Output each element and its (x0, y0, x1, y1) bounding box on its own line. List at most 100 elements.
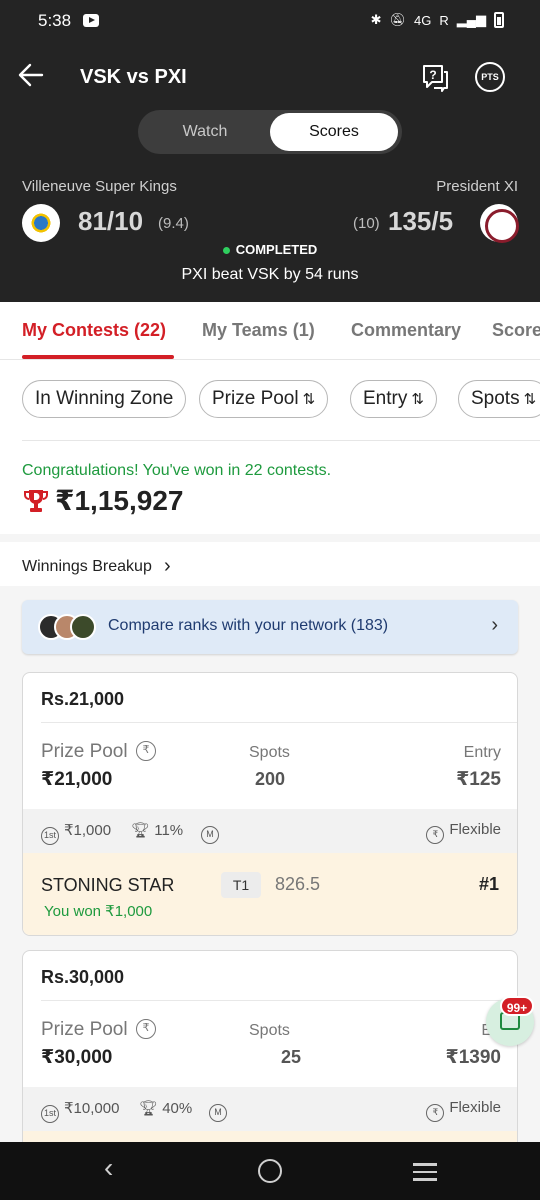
team-left-overs: (9.4) (158, 215, 189, 232)
nav-back-icon[interactable]: ‹ (104, 1152, 113, 1184)
filter-spots[interactable]: Spots ⇅ (458, 380, 540, 418)
filter-winning-zone-label: In Winning Zone (35, 388, 174, 409)
winners-percent: 🏆︎ 40% (139, 1099, 192, 1117)
sort-icon: ⇅ (523, 391, 537, 408)
compare-ranks-text: Compare ranks with your network (183) (108, 617, 389, 634)
multi-entry-icon: M (209, 1099, 232, 1122)
spots-value: 25 (281, 1047, 302, 1067)
team-points: 826.5 (275, 874, 321, 894)
team-right-score: 135/5 (388, 206, 454, 236)
team-right-overs: (10) (353, 215, 380, 232)
network-avatars (38, 614, 100, 640)
back-arrow-icon[interactable] (18, 62, 44, 88)
first-prize-icon: 1st (41, 1105, 59, 1123)
nav-home-icon[interactable] (258, 1159, 282, 1183)
flexible-tag: ₹ Flexible (426, 1099, 501, 1122)
tab-my-teams[interactable]: My Teams (1) (202, 320, 315, 341)
contest-title: Rs.21,000 (41, 689, 125, 709)
tab-my-contests[interactable]: My Contests (22) (22, 320, 166, 341)
network-label: 4G (414, 12, 432, 28)
flexible-label: Flexible (449, 821, 501, 838)
first-prize-value: ₹1,000 (64, 822, 112, 839)
divider (41, 1000, 517, 1001)
contest-tabs: My Contests (22) My Teams (1) Commentary… (0, 302, 540, 360)
pts-icon[interactable]: PTS (475, 62, 505, 92)
tab-commentary[interactable]: Commentary (351, 320, 461, 341)
prize-pool-label: Prize Pool (41, 741, 128, 762)
status-time: 5:38 (38, 11, 72, 30)
congrats-text: Congratulations! You've won in 22 contes… (22, 462, 332, 479)
match-header: 5:38 ✱ 🔕︎ 4G R ▂▄▆ VSK vs PXI ? PTS Watc… (0, 0, 540, 302)
winnings-breakup-row[interactable]: Winnings Breakup › (0, 534, 540, 586)
compare-ranks-banner[interactable]: Compare ranks with your network (183) › (22, 600, 518, 654)
prize-pool-value: ₹21,000 (41, 769, 113, 790)
scores-tab[interactable]: Scores (270, 113, 398, 151)
avatar (70, 614, 96, 640)
flexible-label: Flexible (449, 1099, 501, 1116)
match-result: PXI beat VSK by 54 runs (181, 266, 359, 283)
team-tag: T1 (221, 872, 261, 898)
help-chat-icon[interactable]: ? (420, 62, 450, 92)
spots-label: Spots (249, 744, 290, 761)
total-winnings: ₹1,15,927 (55, 485, 184, 516)
rupee-cycle-icon: ₹ (136, 1019, 156, 1039)
status-bar: 5:38 ✱ 🔕︎ 4G R ▂▄▆ (0, 0, 540, 44)
filter-spots-label: Spots (471, 388, 520, 409)
filter-prize-pool[interactable]: Prize Pool ⇅ (199, 380, 329, 418)
tab-score[interactable]: Score (492, 320, 540, 341)
spots-label: Spots (249, 1022, 290, 1039)
prize-pool-label: Prize Pool (41, 1019, 128, 1040)
first-prize: 1st ₹1,000 (41, 821, 111, 845)
watch-tab[interactable]: Watch (141, 113, 269, 151)
team-right-logo (480, 204, 519, 243)
chat-badge: 99+ (500, 996, 534, 1016)
battery-icon (494, 12, 504, 28)
won-amount: You won ₹1,000 (44, 903, 153, 920)
status-dot-icon (222, 247, 230, 255)
signal-icon: ▂▄▆ (456, 12, 486, 27)
spots-value: 200 (255, 769, 286, 789)
contest-meta: 1st ₹10,000 🏆︎ 40% M ₹ Flexible (23, 1087, 517, 1131)
roaming-label: R (439, 12, 449, 28)
nav-recents-icon[interactable] (413, 1163, 437, 1186)
chevron-right-icon: › (164, 555, 171, 577)
filter-entry-label: Entry (363, 388, 408, 409)
active-tab-indicator (22, 355, 174, 359)
first-prize-icon: 1st (41, 827, 59, 845)
team-right-name: President XI (436, 178, 518, 195)
team-left-logo (22, 204, 60, 242)
rupee-cycle-icon: ₹ (426, 826, 445, 844)
rupee-cycle-icon: ₹ (136, 741, 156, 761)
top-bar: VSK vs PXI ? PTS (0, 52, 540, 104)
contest-card[interactable]: Rs.30,000 Prize Pool ₹ ₹30,000 Spots 25 … (22, 950, 518, 1160)
winners-percent-value: 40% (162, 1100, 193, 1117)
entry-label: Entry (463, 744, 501, 761)
svg-text:?: ? (429, 68, 436, 82)
winnings-breakup-label: Winnings Breakup (22, 558, 152, 575)
trophy-small-icon: 🏆︎ (139, 1100, 163, 1117)
first-prize-value: ₹10,000 (64, 1100, 120, 1117)
prize-pool-value: ₹30,000 (41, 1047, 113, 1068)
contest-meta: 1st ₹1,000 🏆︎ 11% M ₹ Flexible (23, 809, 517, 853)
filter-prize-pool-label: Prize Pool (212, 388, 299, 409)
trophy-icon (24, 490, 48, 512)
winnings-summary: Congratulations! You've won in 22 contes… (0, 442, 540, 534)
team-left-score: 81/10 (78, 206, 144, 236)
team-result-row[interactable]: STONING STAR T1 826.5 #1 You won ₹1,000 (23, 853, 517, 935)
divider (22, 440, 540, 441)
status-icons: ✱ 🔕︎ 4G R ▂▄▆ (371, 12, 504, 28)
youtube-icon (83, 14, 99, 27)
filter-bar: In Winning Zone Prize Pool ⇅ Entry ⇅ Spots… (0, 360, 540, 442)
filter-entry[interactable]: Entry ⇅ (350, 380, 437, 418)
winners-percent-value: 11% (154, 822, 184, 839)
chevron-right-icon: › (491, 614, 498, 636)
first-prize: 1st ₹10,000 (41, 1099, 119, 1123)
bluetooth-icon: ✱ (370, 12, 382, 27)
sort-icon: ⇅ (411, 391, 424, 408)
divider (41, 722, 517, 723)
contest-card[interactable]: Rs.21,000 Prize Pool ₹ ₹21,000 Spots 200… (22, 672, 518, 936)
filter-winning-zone[interactable]: In Winning Zone (22, 380, 187, 418)
team-left-name: Villeneuve Super Kings (22, 178, 177, 195)
match-status: COMPLETED (0, 242, 540, 257)
multi-entry-icon: M (201, 821, 224, 844)
